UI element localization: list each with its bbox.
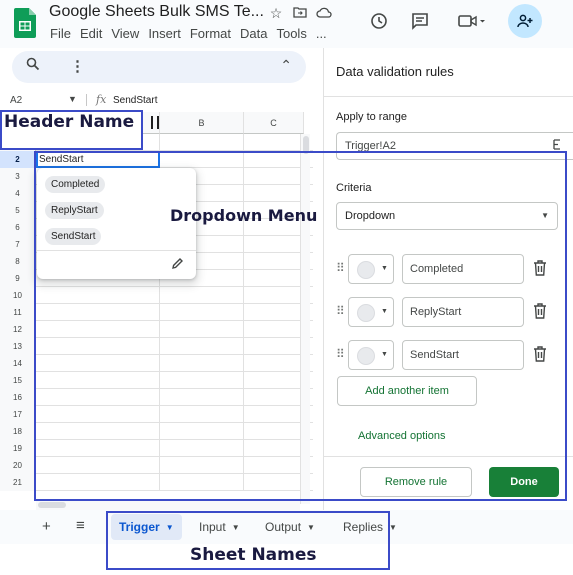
menu-view[interactable]: View <box>111 26 139 41</box>
apply-to-range-label: Apply to range <box>336 111 407 123</box>
move-to-folder-icon[interactable] <box>292 5 308 22</box>
column-resize-handle[interactable] <box>157 116 159 129</box>
formula-input[interactable]: SendStart <box>113 95 157 106</box>
menu-more[interactable]: ... <box>316 26 327 41</box>
column-header-b[interactable]: B <box>160 112 244 134</box>
chevron-down-icon: ▼ <box>389 523 397 532</box>
history-icon[interactable] <box>365 7 393 35</box>
document-title[interactable]: Google Sheets Bulk SMS Te... <box>49 3 264 21</box>
name-box-dropdown-icon[interactable]: ▼ <box>68 94 77 104</box>
all-sheets-icon[interactable]: ≡ <box>76 517 85 534</box>
row-header[interactable]: 4 <box>0 185 36 202</box>
row-header[interactable]: 8 <box>0 253 36 270</box>
menu-format[interactable]: Format <box>190 26 231 41</box>
horizontal-scrollbar[interactable] <box>36 500 300 510</box>
column-header-c[interactable]: C <box>244 112 304 134</box>
row-header[interactable]: 18 <box>0 423 36 440</box>
column-resize-handle[interactable] <box>151 116 153 129</box>
menu-edit[interactable]: Edit <box>80 26 102 41</box>
sheet-names-annotation: Sheet Names <box>190 545 317 565</box>
title-icons: ☆ <box>268 5 332 22</box>
add-sheet-icon[interactable]: + <box>42 518 51 535</box>
formula-separator <box>86 94 87 106</box>
row-header[interactable]: 21 <box>0 474 36 491</box>
row-header[interactable]: 19 <box>0 440 36 457</box>
header-name-annotation: Header Name <box>4 112 135 132</box>
collapse-menu-icon[interactable]: ⌃ <box>280 57 292 74</box>
row-header[interactable]: 12 <box>0 321 36 338</box>
menu-data[interactable]: Data <box>240 26 267 41</box>
row-header[interactable]: 5 <box>0 202 36 219</box>
star-icon[interactable]: ☆ <box>268 5 284 22</box>
row-header[interactable]: 10 <box>0 287 36 304</box>
dropdown-menu-annotation: Dropdown Menu <box>170 206 318 225</box>
row-header[interactable]: 2 <box>0 151 36 168</box>
menu-tools[interactable]: Tools <box>276 26 306 41</box>
panel-divider <box>324 96 573 97</box>
share-person-icon[interactable] <box>508 4 542 38</box>
row-header[interactable]: 13 <box>0 338 36 355</box>
cell-b[interactable] <box>160 134 244 151</box>
meet-icon[interactable] <box>452 7 492 35</box>
formula-bar: A2 ▼ fx SendStart <box>0 92 313 110</box>
menu-bar: File Edit View Insert Format Data Tools … <box>50 26 336 41</box>
row-header[interactable]: 9 <box>0 270 36 287</box>
row-header[interactable]: 15 <box>0 372 36 389</box>
cell-c[interactable] <box>244 134 304 151</box>
panel-title: Data validation rules <box>336 64 454 79</box>
row-header[interactable]: 6 <box>0 219 36 236</box>
more-options-icon[interactable]: ⋮ <box>70 57 85 75</box>
scroll-thumb[interactable] <box>38 502 66 508</box>
name-box[interactable]: A2 <box>10 95 22 106</box>
menu-search-bar[interactable]: ⋮ ⌃ <box>12 51 306 83</box>
menu-file[interactable]: File <box>50 26 71 41</box>
row-header[interactable]: 16 <box>0 389 36 406</box>
row-header[interactable]: 20 <box>0 457 36 474</box>
sheets-logo-icon[interactable] <box>14 8 36 38</box>
cloud-status-icon[interactable] <box>316 5 332 22</box>
row-header[interactable]: 11 <box>0 304 36 321</box>
row-header[interactable]: 7 <box>0 236 36 253</box>
row-header[interactable]: 17 <box>0 406 36 423</box>
top-bar: Google Sheets Bulk SMS Te... ☆ File Edit… <box>0 0 573 48</box>
search-icon[interactable] <box>26 57 40 75</box>
comments-icon[interactable] <box>406 7 434 35</box>
row-header[interactable]: 14 <box>0 355 36 372</box>
dropdown-menu-annotation-box <box>34 151 567 501</box>
fx-icon: fx <box>96 93 107 106</box>
row-header[interactable]: 3 <box>0 168 36 185</box>
menu-insert[interactable]: Insert <box>148 26 181 41</box>
